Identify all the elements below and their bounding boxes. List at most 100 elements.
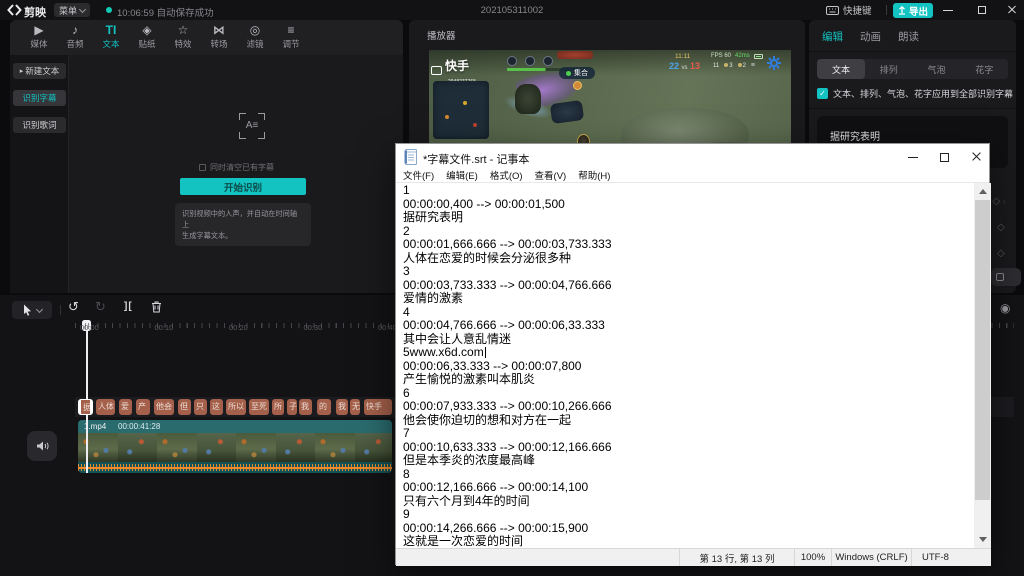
battery-icon bbox=[754, 54, 763, 59]
stat-icon bbox=[724, 63, 728, 67]
notepad-menu-1[interactable]: 编辑(E) bbox=[446, 170, 478, 182]
toolbar-item-filter[interactable]: ◎滤镜 bbox=[237, 23, 273, 53]
clear-existing-subtitles-label: 同时清空已有字幕 bbox=[210, 163, 274, 172]
subtitle-clip[interactable]: 但 bbox=[178, 399, 191, 415]
scoreboard-menu-icon[interactable]: ≡ bbox=[751, 62, 755, 69]
inspector-tab-2[interactable]: 朗读 bbox=[898, 29, 919, 44]
recognition-hint: 识别视频中的人声，并自动在时间轴上 生成字幕文本。 bbox=[175, 203, 311, 246]
srt-line: 2 bbox=[403, 225, 974, 239]
srt-line: 8 bbox=[403, 468, 974, 482]
srt-line-text: 1 bbox=[403, 183, 410, 197]
autosave-status-text: 10:06:59 自动保存成功 bbox=[117, 5, 214, 19]
subtitle-clip[interactable]: 快手 bbox=[364, 399, 392, 415]
subtitle-clip[interactable]: 据 bbox=[78, 399, 93, 415]
inspector-tab-0[interactable]: 编辑 bbox=[822, 29, 843, 44]
subtitle-clip[interactable]: 所以 bbox=[226, 399, 246, 415]
window-minimize-button[interactable] bbox=[935, 0, 961, 20]
sidebar-button-recognize-lyrics[interactable]: 识别歌词 bbox=[13, 117, 66, 133]
subtitle-clip[interactable]: 爱 bbox=[119, 399, 132, 415]
locate-playhead-button[interactable]: ◉ bbox=[1000, 301, 1010, 315]
srt-line-text: 爱情的激素 bbox=[403, 291, 463, 305]
select-tool-button[interactable] bbox=[12, 301, 52, 319]
notepad-titlebar[interactable]: *字幕文件.srt - 记事本 bbox=[396, 144, 989, 170]
window-close-button[interactable] bbox=[999, 0, 1024, 20]
subtitle-clip[interactable]: 他会 bbox=[154, 399, 174, 415]
subtab-3[interactable]: 花字 bbox=[960, 59, 1008, 79]
subtab-1[interactable]: 排列 bbox=[865, 59, 913, 79]
video-clip[interactable]: 1.mp4 00:00:41:28 bbox=[78, 420, 392, 473]
subtitle-clip[interactable]: 无 bbox=[350, 399, 360, 415]
resize-grip[interactable] bbox=[983, 549, 991, 566]
clear-existing-subtitles-option[interactable]: 同时清空已有字幕 bbox=[70, 162, 403, 173]
toolbar-item-sticker[interactable]: ◈贴纸 bbox=[129, 23, 165, 53]
keyframe-diamond-icon[interactable]: ◇ bbox=[997, 222, 1005, 233]
divider bbox=[809, 108, 1016, 109]
sidebar-button-recognize-subtitles[interactable]: 识别字幕 bbox=[13, 90, 66, 106]
notepad-menu-2[interactable]: 格式(O) bbox=[490, 170, 523, 182]
subtitle-clip[interactable]: 我 bbox=[336, 399, 348, 415]
subtitle-clip[interactable]: 我 bbox=[299, 399, 312, 415]
shortcut-keys-button[interactable]: 快捷键 bbox=[826, 3, 872, 17]
start-recognition-button[interactable]: 开始识别 bbox=[180, 178, 306, 195]
delete-button[interactable] bbox=[151, 301, 162, 313]
game-performance-hud: FPS 60 42ms bbox=[711, 53, 763, 59]
subtitle-clip[interactable]: 子 bbox=[287, 399, 297, 415]
srt-line: 产生愉悦的激素叫本肌炎 bbox=[403, 373, 974, 387]
toolbar-item-text[interactable]: TI文本 bbox=[93, 23, 129, 53]
notepad-scrollbar[interactable] bbox=[974, 183, 991, 548]
toolbar-item-media[interactable]: ▶媒体 bbox=[21, 23, 57, 53]
scrollbar-thumb[interactable] bbox=[975, 200, 990, 500]
notepad-close-button[interactable] bbox=[961, 144, 993, 170]
game-hero-avatar bbox=[507, 56, 517, 66]
subtitle-clip[interactable]: 人体 bbox=[96, 399, 115, 415]
subtitle-clip[interactable]: 至死 bbox=[249, 399, 269, 415]
playhead-line[interactable] bbox=[86, 321, 88, 473]
subtitle-clip[interactable]: 所 bbox=[272, 399, 284, 415]
settings-gear-icon[interactable] bbox=[767, 56, 781, 70]
toolbar-item-transition[interactable]: ⋈转场 bbox=[201, 23, 237, 53]
redo-button[interactable]: ↻ bbox=[95, 299, 106, 315]
notepad-maximize-button[interactable] bbox=[929, 144, 961, 170]
subtitle-clip[interactable]: 的 bbox=[317, 399, 331, 415]
export-button[interactable]: 导出 bbox=[893, 3, 933, 18]
track-mute-button[interactable] bbox=[27, 431, 57, 461]
window-maximize-button[interactable] bbox=[969, 0, 995, 20]
notepad-menu-3[interactable]: 查看(V) bbox=[535, 170, 567, 182]
inspector-tab-1[interactable]: 动画 bbox=[860, 29, 881, 44]
notepad-text-area[interactable]: 100:00:00,400 --> 00:00:01,500据研究表明200:0… bbox=[396, 183, 974, 548]
subtitle-clip[interactable]: 这 bbox=[210, 399, 223, 415]
score-right: 13 bbox=[690, 61, 700, 71]
subtab-0[interactable]: 文本 bbox=[817, 59, 865, 79]
notepad-menu-4[interactable]: 帮助(H) bbox=[578, 170, 610, 182]
srt-line: 00:00:00,400 --> 00:00:01,500 bbox=[403, 198, 974, 212]
split-clip-button[interactable]: ][ bbox=[124, 301, 133, 312]
keyframe-diamond-icon[interactable]: ◇ bbox=[997, 248, 1005, 259]
game-minimap bbox=[433, 81, 489, 139]
notepad-minimize-button[interactable] bbox=[897, 144, 929, 170]
srt-line-text: 00:00:03,733.333 --> 00:00:04,766.666 bbox=[403, 278, 612, 292]
sidebar-button-new-text[interactable]: ▸新建文本 bbox=[13, 63, 66, 79]
srt-line-text: 00:00:00,400 --> 00:00:01,500 bbox=[403, 197, 565, 211]
speaker-icon bbox=[36, 440, 49, 452]
statusbar-spacer bbox=[396, 549, 679, 566]
undo-button[interactable]: ↺ bbox=[68, 299, 79, 315]
toolbar-item-effects[interactable]: ☆特效 bbox=[165, 23, 201, 53]
menu-button[interactable]: 菜单 bbox=[54, 3, 90, 17]
partial-button[interactable] bbox=[991, 268, 1021, 286]
apply-to-all-option[interactable]: ✓ 文本、排列、气泡、花字应用到全部识别字幕 bbox=[817, 87, 1013, 100]
toolbar-item-audio[interactable]: ♪音频 bbox=[57, 23, 93, 53]
text-tools-panel: ▸新建文本识别字幕识别歌词 A≡ 同时清空已有字幕 开始识别 识别视频中的人声，… bbox=[10, 55, 403, 293]
toolbar-item-label: 调节 bbox=[273, 38, 309, 50]
toolbar-item-label: 音频 bbox=[57, 38, 93, 50]
video-thumbnail bbox=[236, 433, 276, 462]
toolbar-item-adjust[interactable]: ≡调节 bbox=[273, 23, 309, 53]
srt-line-text: 7 bbox=[403, 426, 410, 440]
notepad-menu-0[interactable]: 文件(F) bbox=[403, 170, 434, 182]
subtitle-clip[interactable]: 只 bbox=[194, 399, 207, 415]
subtitle-clip[interactable]: 产 bbox=[136, 399, 150, 415]
subtab-2[interactable]: 气泡 bbox=[913, 59, 961, 79]
cursor-icon bbox=[23, 304, 32, 316]
app-titlebar: 剪映 菜单 10:06:59 自动保存成功 202105311002 快捷键 导… bbox=[0, 0, 1024, 20]
ping-dot-icon bbox=[566, 71, 571, 76]
ruler-label: 00:00 bbox=[80, 323, 99, 332]
